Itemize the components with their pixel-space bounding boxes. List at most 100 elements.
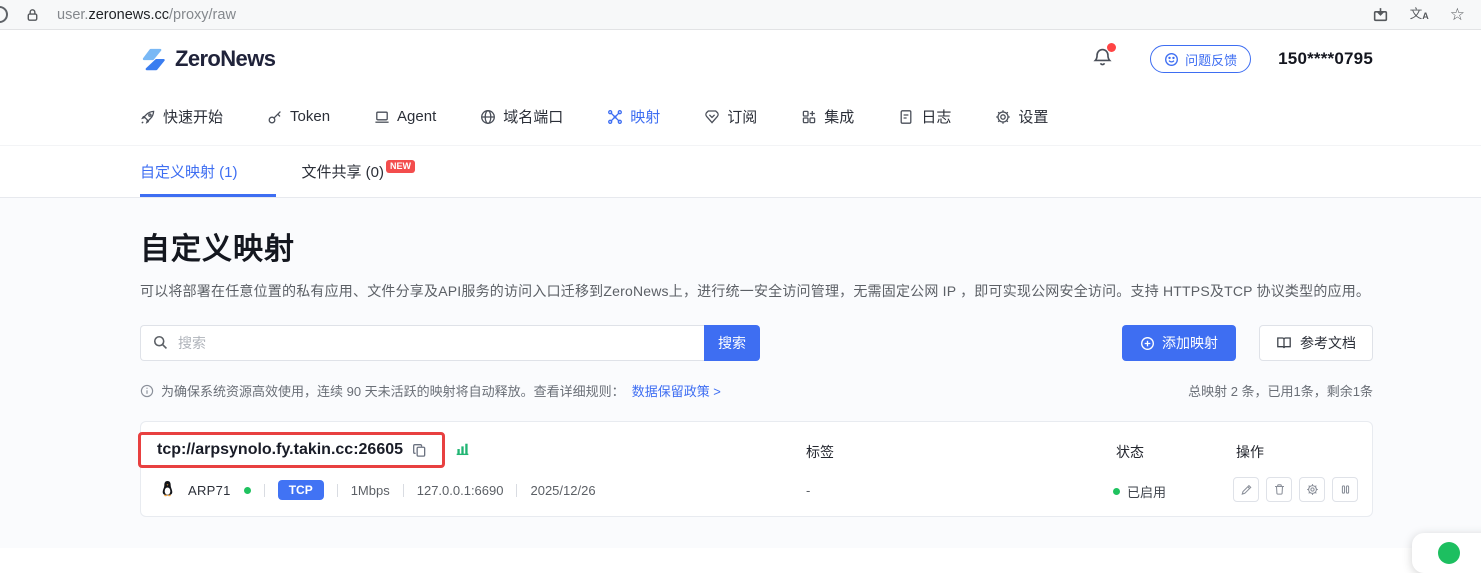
search-icon bbox=[152, 334, 169, 356]
separator bbox=[516, 484, 517, 497]
pencil-icon bbox=[1240, 483, 1253, 496]
tab-label: 文件共享 (0) bbox=[302, 164, 385, 181]
notice-text: 为确保系统资源高效使用，连续 90 天未活跃的映射将自动释放。查看详细规则： bbox=[161, 381, 625, 400]
delete-button[interactable] bbox=[1266, 477, 1292, 502]
pause-button[interactable] bbox=[1332, 477, 1358, 502]
nav-domain-port[interactable]: 域名端口 bbox=[480, 106, 563, 127]
feedback-button[interactable]: 问题反馈 bbox=[1150, 45, 1251, 73]
separator bbox=[264, 484, 265, 497]
hub-icon bbox=[607, 109, 623, 125]
page-description: 可以将部署在任意位置的私有应用、文件分享及API服务的访问入口迁移到ZeroNe… bbox=[140, 281, 1373, 301]
nav-label: Agent bbox=[397, 108, 436, 125]
column-header-status: 状态 bbox=[1116, 442, 1144, 462]
sub-tabs: 自定义映射 (1) 文件共享 (0)NEW bbox=[0, 145, 1481, 198]
browser-chrome: user.zeronews.cc/proxy/raw 文A ☆ bbox=[0, 0, 1481, 30]
agent-online-dot bbox=[244, 487, 251, 494]
nav-label: Token bbox=[290, 108, 330, 125]
expiry-date: 2025/12/26 bbox=[530, 483, 595, 498]
pause-icon bbox=[1339, 483, 1352, 496]
lock-icon[interactable] bbox=[25, 7, 40, 23]
main-content: 自定义映射 可以将部署在任意位置的私有应用、文件分享及API服务的访问入口迁移到… bbox=[0, 198, 1481, 548]
retention-notice: 为确保系统资源高效使用，连续 90 天未活跃的映射将自动释放。查看详细规则： 数… bbox=[140, 381, 1373, 400]
tag-value: - bbox=[806, 483, 810, 498]
url-path: /proxy/raw bbox=[169, 7, 236, 23]
smiley-icon bbox=[1164, 52, 1179, 67]
row-settings-button[interactable] bbox=[1299, 477, 1325, 502]
search-button[interactable]: 搜索 bbox=[704, 325, 760, 361]
support-chat-widget[interactable] bbox=[1412, 533, 1481, 573]
nav-label: 集成 bbox=[824, 106, 854, 127]
linux-penguin-icon bbox=[160, 480, 175, 500]
agent-name: ARP71 bbox=[188, 483, 231, 498]
mapping-row-card: tcp://arpsynolo.fy.takin.cc:26605 标签 状态 … bbox=[140, 421, 1373, 517]
quota-summary: 总映射 2 条，已用1条，剩余1条 bbox=[1188, 381, 1373, 400]
add-mapping-button[interactable]: 添加映射 bbox=[1122, 325, 1236, 361]
grid-plus-icon bbox=[801, 109, 817, 125]
rocket-icon bbox=[140, 109, 156, 125]
app-header: ZeroNews 问题反馈 150****0795 bbox=[0, 30, 1481, 88]
gear-icon bbox=[1306, 483, 1319, 496]
download-icon[interactable] bbox=[1372, 6, 1389, 23]
plus-circle-icon bbox=[1140, 336, 1155, 351]
nav-label: 域名端口 bbox=[503, 106, 563, 127]
document-icon bbox=[898, 109, 914, 125]
nav-mapping[interactable]: 映射 bbox=[607, 106, 660, 127]
info-icon bbox=[140, 384, 154, 398]
main-nav: 快速开始 Token Agent 域名端口 映射 订阅 bbox=[0, 88, 1481, 145]
trash-icon bbox=[1273, 483, 1286, 496]
notification-dot bbox=[1107, 43, 1116, 52]
local-address: 127.0.0.1:6690 bbox=[417, 483, 504, 498]
bookmark-star-icon[interactable]: ☆ bbox=[1450, 6, 1465, 23]
reference-docs-button[interactable]: 参考文档 bbox=[1259, 325, 1373, 361]
tab-file-share[interactable]: 文件共享 (0)NEW bbox=[302, 161, 416, 197]
nav-label: 订阅 bbox=[727, 106, 757, 127]
nav-integrations[interactable]: 集成 bbox=[801, 106, 854, 127]
nav-quick-start[interactable]: 快速开始 bbox=[140, 106, 223, 127]
chat-status-icon bbox=[1438, 542, 1460, 564]
status-label: 已启用 bbox=[1127, 482, 1166, 501]
url-subdomain: user. bbox=[57, 7, 88, 23]
nav-subscription[interactable]: 订阅 bbox=[704, 106, 757, 127]
logo-bolt-icon bbox=[140, 46, 167, 73]
row-actions bbox=[1233, 477, 1358, 502]
search-input[interactable] bbox=[140, 325, 704, 361]
globe-icon bbox=[480, 109, 496, 125]
reload-icon[interactable] bbox=[0, 6, 8, 23]
address-bar[interactable]: user.zeronews.cc/proxy/raw bbox=[57, 7, 236, 23]
status-cell: 已启用 bbox=[1113, 482, 1166, 501]
column-header-actions: 操作 bbox=[1236, 442, 1264, 462]
page-title: 自定义映射 bbox=[140, 198, 1373, 268]
feedback-label: 问题反馈 bbox=[1185, 50, 1237, 69]
nav-label: 日志 bbox=[921, 106, 951, 127]
mapping-meta: ARP71 TCP 1Mbps 127.0.0.1:6690 2025/12/2… bbox=[160, 480, 596, 500]
nav-label: 快速开始 bbox=[163, 106, 223, 127]
traffic-chart-icon[interactable] bbox=[454, 440, 471, 462]
tab-custom-mapping[interactable]: 自定义映射 (1) bbox=[140, 161, 276, 197]
docs-label: 参考文档 bbox=[1300, 333, 1356, 353]
translate-icon[interactable]: 文A bbox=[1410, 8, 1429, 21]
account-phone[interactable]: 150****0795 bbox=[1278, 49, 1373, 69]
edit-button[interactable] bbox=[1233, 477, 1259, 502]
gem-icon bbox=[704, 109, 720, 125]
status-dot bbox=[1113, 488, 1120, 495]
nav-label: 设置 bbox=[1018, 106, 1048, 127]
separator bbox=[403, 484, 404, 497]
zeronews-logo[interactable]: ZeroNews bbox=[140, 46, 275, 73]
mapping-url[interactable]: tcp://arpsynolo.fy.takin.cc:26605 bbox=[157, 441, 403, 459]
logo-text: ZeroNews bbox=[175, 46, 275, 72]
book-icon bbox=[1276, 335, 1292, 351]
tab-label: 自定义映射 (1) bbox=[140, 164, 238, 181]
nav-agent[interactable]: Agent bbox=[374, 108, 436, 125]
separator bbox=[337, 484, 338, 497]
data-retention-policy-link[interactable]: 数据保留政策 > bbox=[632, 381, 721, 400]
copy-icon[interactable] bbox=[412, 443, 427, 458]
notifications-bell-icon[interactable] bbox=[1093, 47, 1112, 72]
mapping-url-highlight: tcp://arpsynolo.fy.takin.cc:26605 bbox=[138, 432, 445, 468]
url-domain: zeronews.cc bbox=[88, 7, 169, 23]
nav-token[interactable]: Token bbox=[267, 108, 330, 125]
column-header-tag: 标签 bbox=[806, 442, 834, 462]
toolbar: 搜索 添加映射 参考文档 bbox=[140, 325, 1373, 361]
gear-icon bbox=[995, 109, 1011, 125]
nav-settings[interactable]: 设置 bbox=[995, 106, 1048, 127]
nav-logs[interactable]: 日志 bbox=[898, 106, 951, 127]
